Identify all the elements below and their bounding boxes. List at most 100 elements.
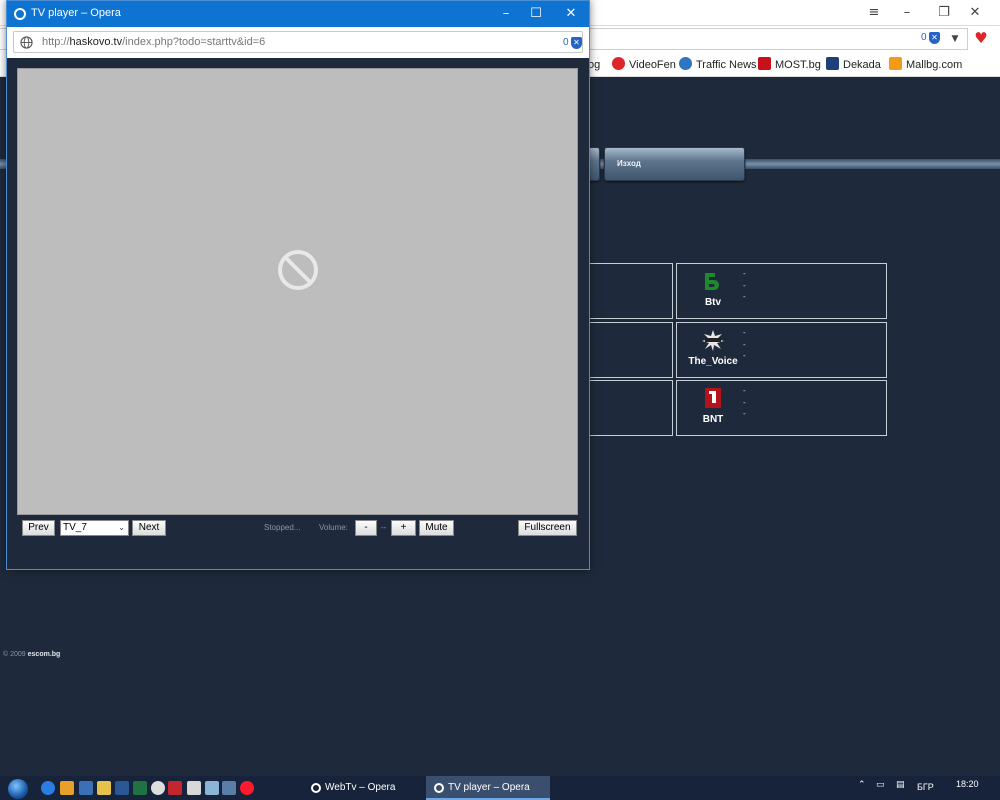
minimize-icon[interactable]: – [496, 5, 516, 23]
app-64-icon[interactable] [168, 781, 182, 795]
heart-icon[interactable]: ♥ [972, 29, 990, 47]
folder-icon[interactable] [97, 781, 111, 795]
bookmark-traffic-news[interactable]: Traffic News [679, 57, 757, 73]
dekada-icon [826, 57, 839, 70]
channel-select-value: TV_7 [63, 522, 87, 533]
bnt-logo [705, 388, 721, 408]
excel-icon[interactable] [133, 781, 147, 795]
task-tv-player-opera[interactable]: TV player – Opera [426, 776, 550, 800]
internet-explorer-icon[interactable] [41, 781, 55, 795]
channel-line: - [743, 351, 746, 360]
close-icon[interactable]: ✕ [561, 5, 581, 23]
nav-exit-tab[interactable]: Изход [604, 147, 745, 181]
volume-level: -- [381, 523, 387, 532]
bookmark-videofen[interactable]: VideoFen [612, 57, 676, 73]
next-button[interactable]: Next [132, 520, 166, 536]
channel-name: The_Voice [688, 356, 738, 367]
adblock-shield-icon[interactable]: ✕ [571, 37, 582, 49]
task-label: WebTv – Opera [325, 782, 396, 793]
tv-player-popup: TV player – Opera – ☐ ✕ http://haskovo.t… [6, 0, 590, 570]
network-icon[interactable]: ▭ [876, 780, 885, 790]
chevron-down-icon: ⌄ [118, 523, 125, 532]
blocked-count: 0 [921, 32, 927, 43]
channel-name: BNT [702, 414, 724, 425]
channel-line: - [743, 340, 746, 349]
globe-icon [679, 57, 692, 70]
bookmark-label: Dekada [843, 59, 881, 71]
channel-line: - [743, 386, 746, 395]
tab-menu-icon[interactable]: ≡ [865, 4, 883, 22]
most-bg-icon [758, 57, 771, 70]
channel-line: - [743, 269, 746, 278]
videofen-icon [612, 57, 625, 70]
channel-line: - [743, 409, 746, 418]
channel-cell-btv[interactable]: Btv - - - [676, 263, 887, 319]
adblock-shield-icon[interactable]: ✕ [929, 32, 940, 44]
taskbar: WebTv – Opera TV player – Opera ⌃ ▭ ▤ БГ… [0, 776, 1000, 800]
media-player-icon[interactable] [60, 781, 74, 795]
blocked-count: 0 [563, 37, 569, 48]
popup-titlebar[interactable]: TV player – Opera – ☐ ✕ [7, 1, 589, 27]
close-icon[interactable]: ✕ [966, 4, 984, 22]
url-scheme: http:// [42, 36, 70, 48]
the-voice-logo [702, 330, 724, 351]
tray-chevron-icon[interactable]: ⌃ [858, 780, 866, 790]
app-icon[interactable] [205, 781, 219, 795]
channel-cell-bnt[interactable]: BNT - - - [676, 380, 887, 436]
bookmark-label: MOST.bg [775, 59, 821, 71]
globe-icon [20, 36, 33, 49]
url-host: haskovo.tv [69, 36, 123, 48]
app-icon[interactable] [187, 781, 201, 795]
opera-icon[interactable] [240, 781, 254, 795]
blocked-plugin-icon [278, 250, 318, 290]
bookmark-label: VideoFen [629, 59, 676, 71]
notification-icon[interactable]: ▤ [896, 780, 905, 790]
volume-down-button[interactable]: - [355, 520, 377, 536]
compass-icon[interactable] [151, 781, 165, 795]
bookmark-label: Traffic News [696, 59, 757, 71]
mute-button[interactable]: Mute [419, 520, 454, 536]
channel-select[interactable]: TV_7 ⌄ [60, 520, 129, 536]
popup-address-bar: http://haskovo.tv/index.php?todo=starttv… [7, 27, 589, 58]
clock[interactable]: 18:20 [956, 779, 979, 789]
channel-line: - [743, 281, 746, 290]
bookmark-label: Mallbg.com [906, 59, 963, 71]
task-webtv-opera[interactable]: WebTv – Opera [303, 776, 423, 800]
btv-logo [705, 273, 719, 290]
player-status: Stopped... [264, 523, 301, 532]
app-icon[interactable] [79, 781, 93, 795]
video-player[interactable] [17, 68, 578, 515]
url-text: http://haskovo.tv/index.php?todo=starttv… [42, 36, 265, 48]
restore-icon[interactable]: ❐ [935, 4, 953, 22]
word-icon[interactable] [115, 781, 129, 795]
opera-icon [434, 783, 444, 793]
channel-line: - [743, 398, 746, 407]
maximize-icon[interactable]: ☐ [526, 5, 546, 23]
channel-line: - [743, 328, 746, 337]
bookmark-most-bg[interactable]: MOST.bg [758, 57, 821, 73]
mallbg-icon [889, 57, 902, 70]
footer-copyright: © 2009 [3, 651, 26, 658]
app-icon[interactable] [222, 781, 236, 795]
channel-name: Btv [704, 297, 722, 308]
minimize-icon[interactable]: – [898, 4, 916, 22]
prev-button[interactable]: Prev [22, 520, 55, 536]
url-field[interactable]: http://haskovo.tv/index.php?todo=starttv… [13, 31, 583, 53]
volume-up-button[interactable]: + [391, 520, 416, 536]
bookmark-mallbg[interactable]: Mallbg.com [889, 57, 962, 73]
language-indicator[interactable]: БГР [917, 782, 934, 792]
popup-title: TV player – Opera [31, 7, 121, 19]
footer-brand-link[interactable]: escom.bg [28, 651, 61, 658]
fullscreen-button[interactable]: Fullscreen [518, 520, 577, 536]
volume-label: Volume: [319, 523, 348, 532]
channel-line: - [743, 292, 746, 301]
channel-cell-the-voice[interactable]: The_Voice - - - [676, 322, 887, 378]
bookmark-dekada[interactable]: Dekada [826, 57, 881, 73]
page-footer: © 2009 escom.bg [3, 651, 60, 658]
start-button-icon[interactable] [8, 779, 28, 799]
dropdown-icon[interactable]: ▼ [946, 30, 964, 48]
opera-icon [14, 8, 26, 20]
opera-icon [311, 783, 321, 793]
url-path: /index.php?todo=starttv&id=6 [122, 36, 266, 48]
nav-exit-label: Изход [617, 159, 641, 168]
